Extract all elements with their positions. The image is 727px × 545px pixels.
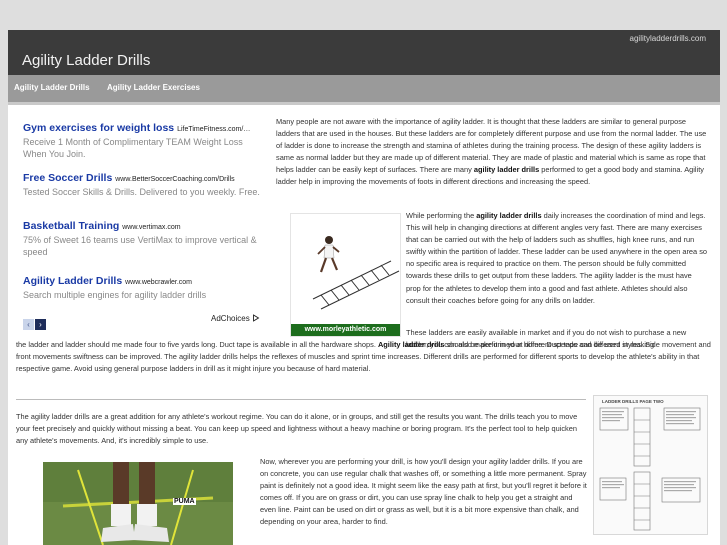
adchoices-link[interactable]: AdChoices [211,314,260,323]
ad-title[interactable]: Free Soccer Drills www.BetterSoccerCoach… [23,172,263,184]
ad-domain[interactable]: LifeTimeFitness.com/… [177,126,250,133]
site-header: agilityladderdrills.com Agility Ladder D… [8,30,720,75]
chevron-left-icon[interactable]: ‹ [23,319,34,330]
ad-description: Receive 1 Month of Complimentary TEAM We… [23,137,243,159]
adchoices-label: AdChoices [211,314,250,323]
ad-item[interactable]: Free Soccer Drills www.BetterSoccerCoach… [23,172,263,198]
ad-domain[interactable]: www.webcrawler.com [125,279,192,286]
keyword-link: agility ladder drills [476,211,542,220]
adchoices-icon [252,314,260,322]
nav-link-agility-ladder-exercises[interactable]: Agility Ladder Exercises [107,83,200,92]
ad-pager: ‹ › [23,314,47,332]
ad-title[interactable]: Agility Ladder Drills www.webcrawler.com [23,275,263,287]
athlete-ladder-image [312,236,400,310]
article-paragraph: While performing the agility ladder dril… [406,211,708,305]
feet-ladder-photo: PUMA [43,462,233,545]
ad-title[interactable]: Basketball Training www.vertimax.com [23,220,263,232]
article-paragraph: the ladder and ladder should me made fou… [16,340,711,374]
athlete-feet-image [43,462,233,545]
keyword-link: Agility ladder drills [377,340,445,349]
header-domain[interactable]: agilityladderdrills.com [630,34,706,43]
nav-link-agility-ladder-drills[interactable]: Agility Ladder Drills [14,83,90,92]
ad-domain[interactable]: www.BetterSoccerCoaching.com/Drills [115,176,234,183]
article-paragraph: Now, wherever you are performing your dr… [260,457,587,527]
ladder-drill-photo: www.morleyathletic.com [290,213,401,337]
section-divider [16,399,586,400]
ad-description: 75% of Sweet 16 teams use VertiMax to im… [23,235,257,257]
diagram-title: LADDER DRILLS PAGE TWO [602,399,664,404]
chevron-right-icon[interactable]: › [35,319,46,330]
nav-divider [8,102,720,105]
keyword-link: agility ladder drills [473,165,540,175]
ad-description: Tested Soccer Skills & Drills. Delivered… [23,187,260,197]
ad-item[interactable]: Agility Ladder Drills www.webcrawler.com… [23,275,263,301]
page-container: agilityladderdrills.com Agility Ladder D… [8,30,720,545]
ad-domain[interactable]: www.vertimax.com [122,224,180,231]
nav-bar: Agility Ladder Drills Agility Ladder Exe… [8,75,720,102]
photo-caption[interactable]: www.morleyathletic.com [291,324,400,336]
ad-item[interactable]: Gym exercises for weight loss LifeTimeFi… [23,122,263,160]
site-title[interactable]: Agility Ladder Drills [22,52,150,69]
ad-block: Gym exercises for weight loss LifeTimeFi… [17,118,265,331]
drill-pattern-icon [599,407,701,531]
browser-top-strip [0,0,727,22]
article-paragraph: Many people are not aware with the impor… [276,117,707,187]
ladder-drills-diagram: LADDER DRILLS PAGE TWO [593,395,708,535]
ad-title[interactable]: Gym exercises for weight loss LifeTimeFi… [23,122,263,134]
ad-description: Search multiple engines for agility ladd… [23,290,207,300]
article-paragraph: The agility ladder drills are a great ad… [16,412,578,446]
brand-label: PUMA [173,498,196,505]
ad-item[interactable]: Basketball Training www.vertimax.com 75%… [23,220,263,258]
